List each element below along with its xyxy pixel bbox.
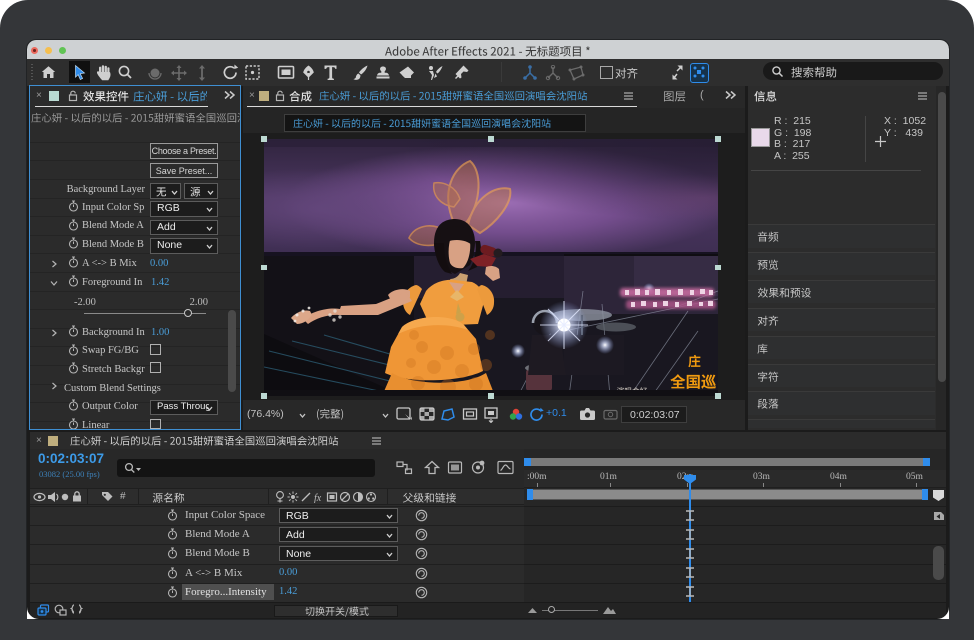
svg-text:fx: fx xyxy=(314,493,322,503)
